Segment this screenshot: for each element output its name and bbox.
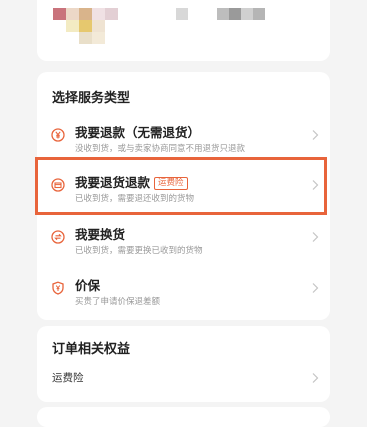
next-card [37, 407, 330, 427]
chevron-right-icon [312, 283, 319, 293]
price-protect-icon [52, 281, 64, 295]
option-subtitle: 已收到货，需要退还收到的货物 [75, 194, 195, 204]
return-box-icon [51, 178, 65, 192]
option-title: 我要换货 [75, 227, 126, 242]
chevron-right-icon [312, 130, 319, 140]
benefit-shipping-insurance[interactable]: 运费险 [37, 368, 330, 390]
order-benefits-card: 订单相关权益 运费险 [37, 326, 330, 402]
option-title-text: 我要退货退款 [75, 175, 151, 190]
option-subtitle: 没收到货，或与卖家协商同意不用退货只退款 [75, 144, 246, 154]
product-card [37, 0, 330, 61]
service-section-title: 选择服务类型 [52, 91, 131, 106]
benefit-label: 运费险 [52, 372, 84, 384]
yen-coin-icon [51, 128, 65, 142]
option-title: 我要退款（无需退货） [75, 125, 201, 140]
exchange-icon [51, 230, 65, 244]
benefits-section-title: 订单相关权益 [52, 342, 131, 357]
option-exchange[interactable]: 我要换货 已收到货，需要更换已收到的货物 [37, 222, 330, 266]
option-subtitle: 买贵了申请价保退差额 [75, 297, 161, 307]
shipping-insurance-badge: 运费险 [154, 177, 188, 190]
option-title: 我要退货退款 运费险 [75, 172, 188, 191]
service-type-card: 选择服务类型 我要退款（无需退货） 没收到货，或与卖家协商同意不用退货只退款 我… [37, 72, 330, 320]
option-return-refund[interactable]: 我要退货退款 运费险 已收到货，需要退还收到的货物 [37, 170, 330, 214]
chevron-right-icon [312, 180, 319, 190]
chevron-right-icon [312, 232, 319, 242]
option-subtitle: 已收到货，需要更换已收到的货物 [75, 246, 203, 256]
option-price-protection[interactable]: 价保 买贵了申请价保退差额 [37, 273, 330, 317]
option-title: 价保 [75, 278, 101, 293]
option-refund-only[interactable]: 我要退款（无需退货） 没收到货，或与卖家协商同意不用退货只退款 [37, 120, 330, 164]
chevron-right-icon [312, 373, 319, 383]
